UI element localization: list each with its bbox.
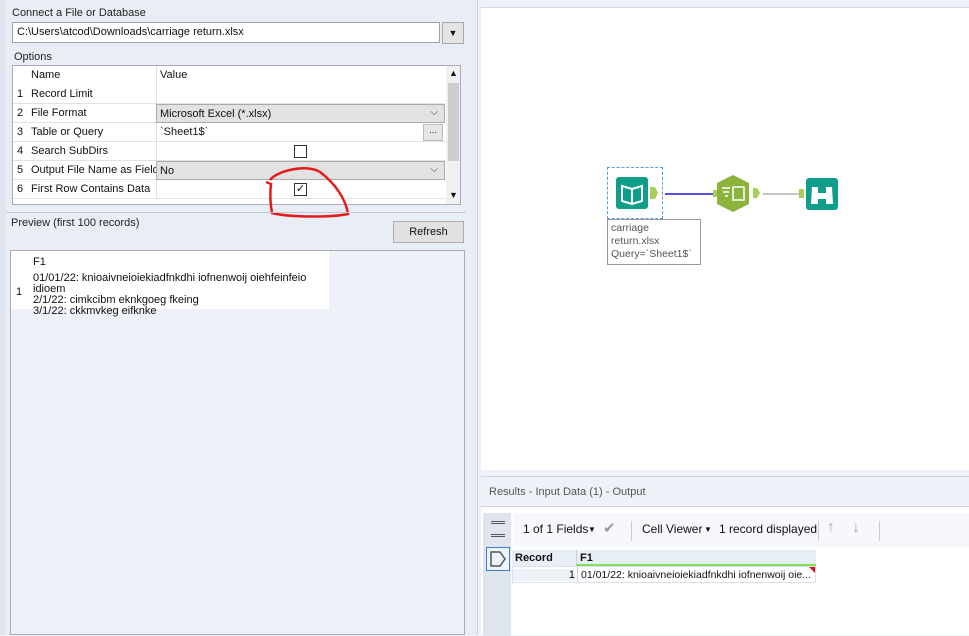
scroll-thumb[interactable] (448, 83, 459, 161)
tag-icon-button[interactable] (486, 547, 510, 571)
value-cell (156, 142, 445, 161)
option-name: First Row Contains Data (31, 183, 151, 195)
connections (665, 193, 799, 195)
f1-header[interactable]: F1 (576, 550, 816, 566)
table-query-input[interactable]: `Sheet1$` (156, 123, 445, 142)
preview-table: F1 1 01/01/22: knioaivneioiekiadfnkdhi i… (11, 251, 329, 317)
chevron-down-icon: ⌵ (430, 164, 438, 175)
row-number: 5 (17, 164, 24, 176)
results-title: Results - Input Data (1) - Output (481, 477, 969, 507)
option-table-query[interactable]: 3 Table or Query `Sheet1$`... (13, 123, 445, 142)
cell-line: 3/1/22: ckkmvkeg eifknke (33, 305, 157, 317)
caret-down-icon[interactable]: ▼ (588, 525, 596, 534)
divider (6, 212, 466, 213)
list-view-icon[interactable] (491, 521, 505, 537)
fields-dropdown[interactable]: 1 of 1 Fields (523, 522, 588, 536)
annotation-line: return.xlsx (611, 235, 660, 247)
option-search-subdirs[interactable]: 4 Search SubDirs (13, 142, 445, 161)
book-icon[interactable] (616, 177, 666, 213)
binoculars-icon[interactable] (799, 178, 839, 212)
option-name: File Format (31, 107, 87, 119)
results-panel: Results - Input Data (1) - Output 1 of 1… (481, 476, 969, 636)
scroll-down-icon[interactable]: ▼ (449, 190, 458, 200)
annotation-line: Query=`Sheet1$` (611, 248, 692, 260)
row-number: 2 (17, 107, 24, 119)
configuration-panel: Connect a File or Database C:\Users\atco… (0, 0, 478, 635)
option-name: Output File Name as Field (31, 164, 159, 176)
preview-grid: F1 1 01/01/22: knioaivneioiekiadfnkdhi i… (10, 250, 465, 635)
caret-down-icon[interactable]: ▼ (704, 525, 712, 534)
cell-viewer-dropdown[interactable]: Cell Viewer (642, 522, 702, 536)
row-number: 3 (17, 126, 24, 138)
checkmark-icon[interactable]: ✔ (603, 519, 616, 537)
side-strip (0, 0, 6, 635)
option-name: Search SubDirs (31, 145, 109, 157)
output-file-name-value: No (160, 165, 175, 177)
tool-annotation: carriage return.xlsx Query=`Sheet1$` (607, 219, 701, 265)
file-format-value: Microsoft Excel (*.xlsx) (160, 108, 272, 120)
workflow-canvas[interactable]: carriage return.xlsx Query=`Sheet1$` (481, 0, 969, 470)
results-grid: Record F1 1 01/01/22: knioaivneioiekiadf… (512, 550, 816, 583)
option-output-file-name[interactable]: 5 Output File Name as Field No ⌵ (13, 161, 445, 180)
record-count: 1 record displayed (719, 522, 818, 536)
f1-cell[interactable]: 01/01/22: knioaivneioiekiadfnkdhi iofnen… (577, 567, 817, 582)
record-header: Record (515, 552, 553, 564)
table-row[interactable]: 1 01/01/22: knioaivneioiekiadfnkdhi iofn… (512, 566, 816, 583)
separator (631, 521, 632, 541)
separator (818, 521, 819, 541)
preview-cell[interactable]: 01/01/22: knioaivneioiekiadfnkdhi iofnen… (33, 273, 329, 317)
options-grid: Name Value 1 Record Limit 2 File Format Micr… (12, 65, 461, 205)
canvas-tab-strip (481, 0, 969, 8)
record-cell: 1 (513, 569, 575, 581)
arrow-up-icon[interactable]: ↑ (827, 519, 835, 537)
results-sidebar (483, 513, 511, 636)
row-number: 6 (17, 183, 24, 195)
results-toolbar: 1 of 1 Fields ▼ ✔ Cell Viewer ▼ 1 record… (513, 513, 969, 547)
name-header: Name (31, 69, 61, 81)
option-first-row-data[interactable]: 6 First Row Contains Data ✓ (13, 180, 445, 199)
options-label: Options (14, 51, 52, 63)
row-number: 1 (17, 88, 24, 100)
annotation-line: carriage (611, 222, 649, 234)
option-name: Record Limit (31, 88, 93, 100)
select-table-icon[interactable] (713, 175, 765, 213)
truncated-indicator-icon (809, 567, 815, 573)
option-file-format[interactable]: 2 File Format Microsoft Excel (*.xlsx) ⌵ (13, 104, 445, 123)
preview-row-number: 1 (16, 286, 23, 298)
option-record-limit[interactable]: 1 Record Limit (13, 85, 445, 104)
file-dropdown-button[interactable]: ▼ (442, 22, 464, 44)
refresh-button[interactable]: Refresh (393, 221, 464, 243)
value-header: Value (156, 66, 445, 85)
options-scrollbar[interactable]: ▲ ▼ (446, 66, 460, 204)
row-number: 4 (17, 145, 24, 157)
red-annotation-circle (265, 167, 350, 218)
separator (879, 521, 880, 541)
option-name: Table or Query (31, 126, 104, 138)
file-path-input[interactable]: C:\Users\atcod\Downloads\carriage return… (12, 22, 440, 43)
chevron-down-icon: ⌵ (430, 107, 438, 118)
scroll-up-icon[interactable]: ▲ (449, 68, 458, 78)
preview-column-header: F1 (33, 256, 46, 268)
browse-query-button[interactable]: ... (423, 124, 443, 141)
preview-label: Preview (first 100 records) (11, 217, 140, 229)
arrow-down-icon[interactable]: ↓ (852, 519, 860, 537)
record-limit-input[interactable] (156, 85, 445, 104)
search-subdirs-checkbox[interactable] (294, 145, 307, 158)
cell-line: 01/01/22: knioaivneioiekiadfnkdhi iofnen… (33, 272, 307, 295)
connect-label: Connect a File or Database (12, 7, 146, 19)
file-format-select[interactable]: Microsoft Excel (*.xlsx) ⌵ (156, 104, 445, 123)
